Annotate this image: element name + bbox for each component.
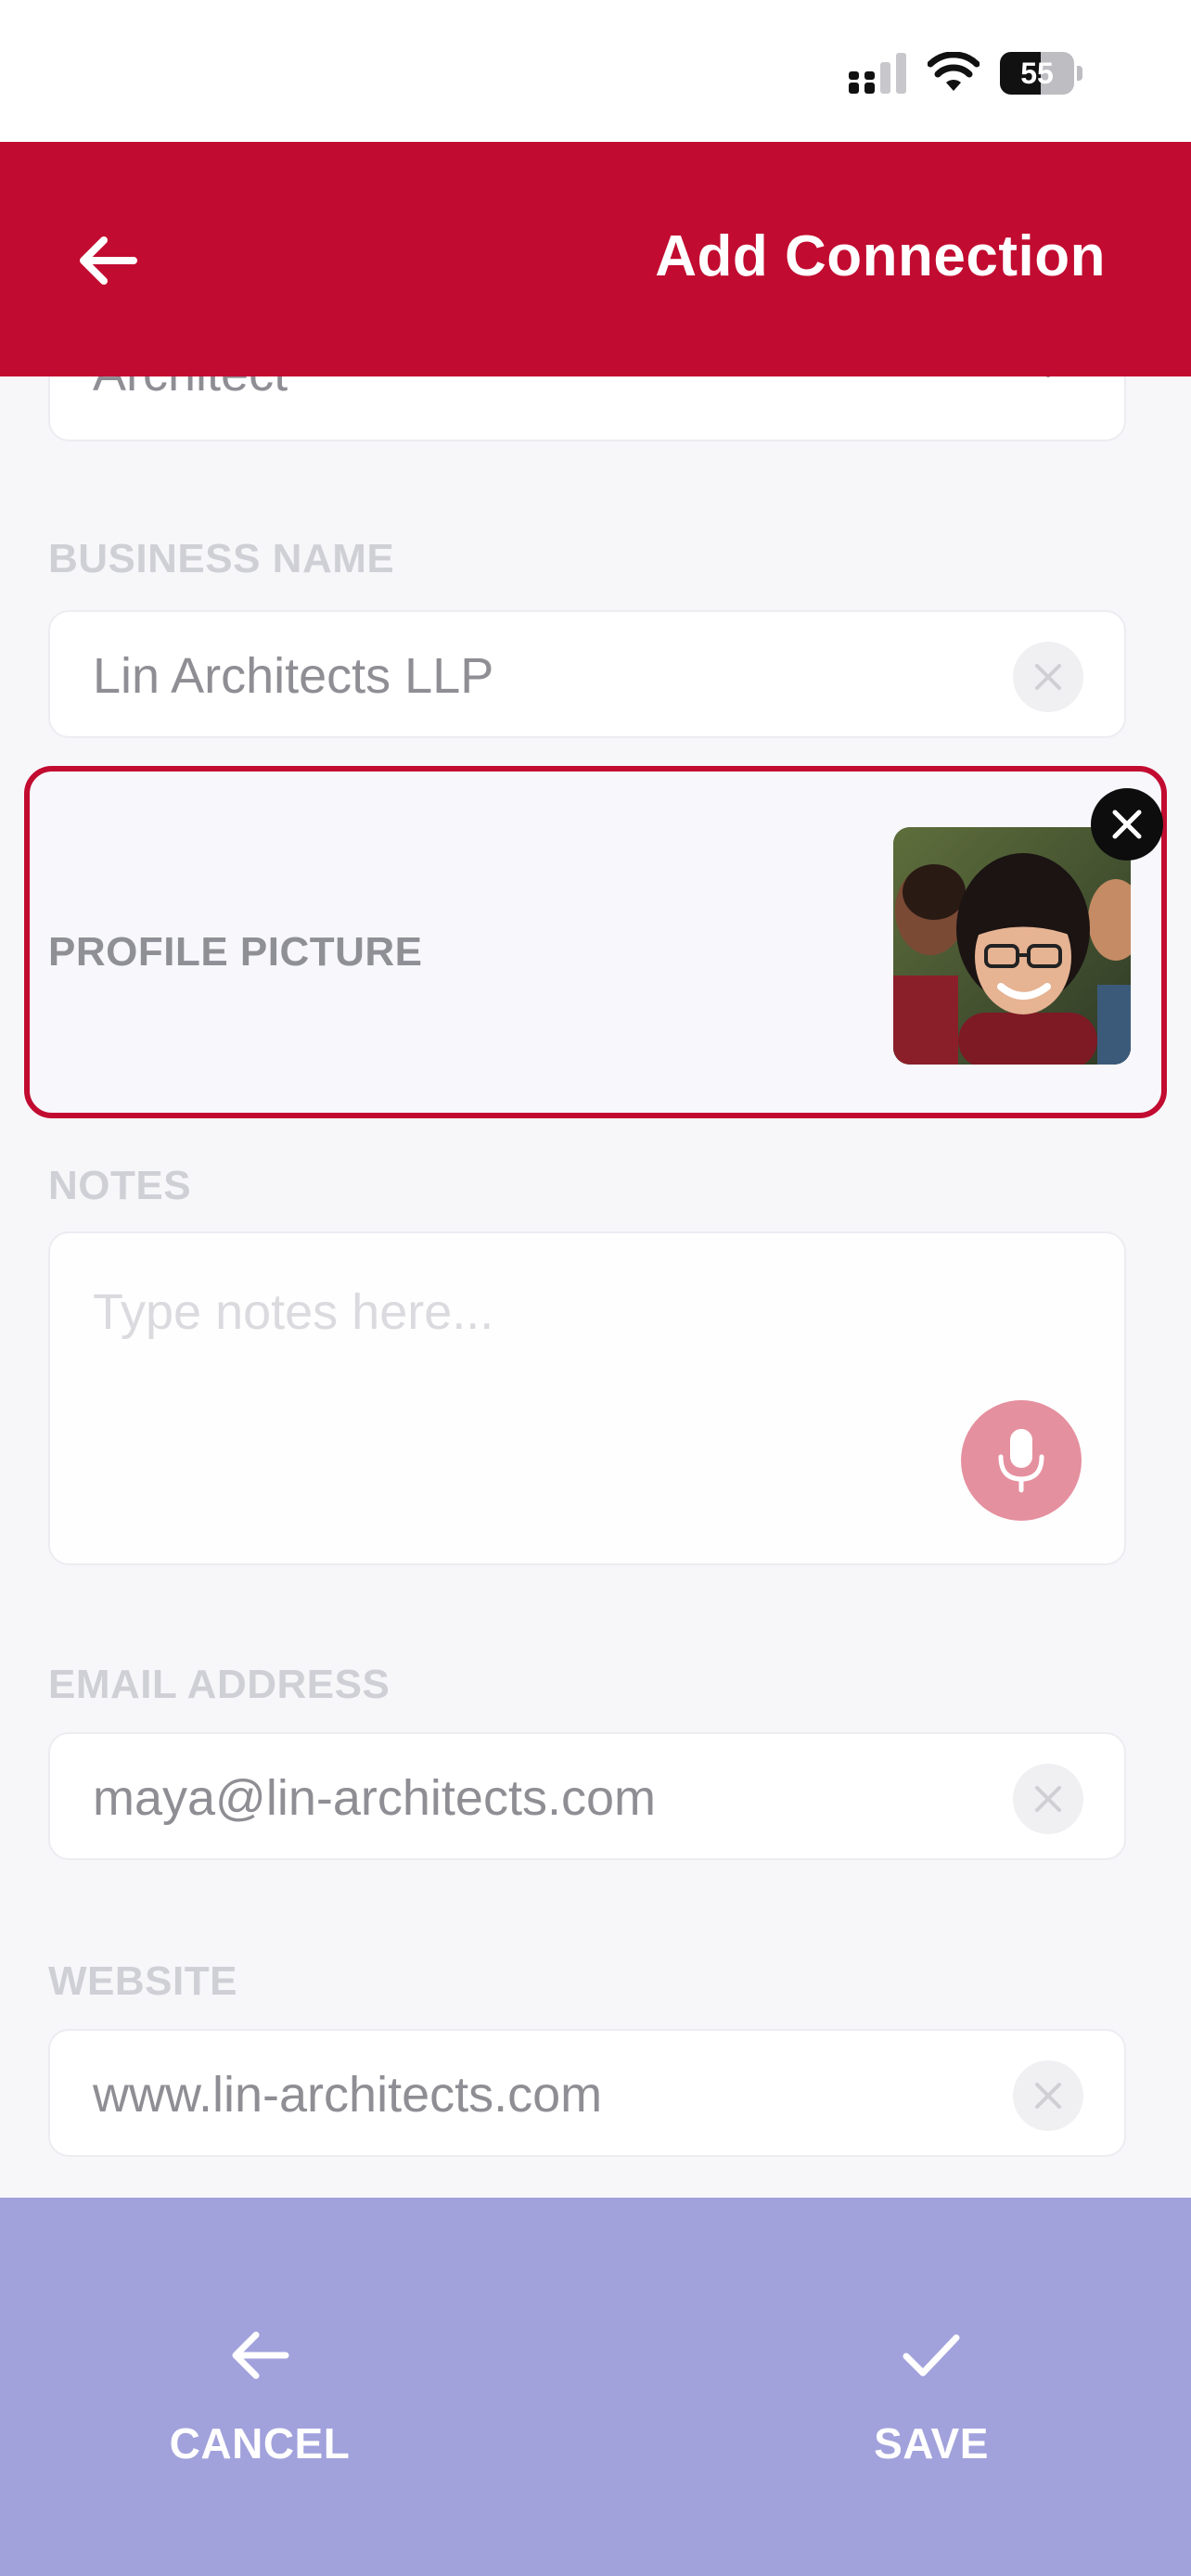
bottom-action-bar: CANCEL SAVE <box>0 2198 1191 2576</box>
email-value: maya@lin-architects.com <box>93 1770 656 1826</box>
profile-picture-thumbnail[interactable] <box>893 827 1131 1065</box>
close-icon <box>1035 1786 1061 1812</box>
microphone-icon <box>998 1429 1044 1493</box>
back-button[interactable] <box>65 225 148 296</box>
cancel-label: CANCEL <box>169 2419 351 2468</box>
clear-business-name-button[interactable] <box>1013 642 1083 712</box>
close-icon <box>1035 664 1061 690</box>
cellular-signal-icon <box>849 53 906 94</box>
checkmark-icon <box>903 2334 960 2377</box>
clear-website-button[interactable] <box>1013 2060 1083 2131</box>
business-name-field[interactable]: Lin Architects LLP <box>48 610 1126 738</box>
notes-textarea[interactable]: Type notes here... <box>48 1231 1126 1565</box>
close-icon <box>1112 810 1142 839</box>
arrow-left-icon <box>232 2331 289 2379</box>
app-header: Add Connection <box>0 142 1191 376</box>
profile-picture-label: PROFILE PICTURE <box>48 929 423 975</box>
email-field[interactable]: maya@lin-architects.com <box>48 1732 1126 1860</box>
website-value: www.lin-architects.com <box>93 2067 603 2123</box>
page-title: Add Connection <box>655 224 1106 288</box>
arrow-left-icon <box>80 236 137 285</box>
email-label: EMAIL ADDRESS <box>48 1662 391 1707</box>
notes-label: NOTES <box>48 1163 192 1208</box>
cancel-button[interactable]: CANCEL <box>148 2318 371 2485</box>
battery-level: 55 <box>1020 57 1054 90</box>
website-field[interactable]: www.lin-architects.com <box>48 2029 1126 2157</box>
business-name-label: BUSINESS NAME <box>48 536 395 581</box>
save-button[interactable]: SAVE <box>820 2318 1043 2485</box>
clear-email-button[interactable] <box>1013 1764 1083 1834</box>
wifi-icon <box>928 52 980 91</box>
profile-photo <box>893 827 1131 1065</box>
profile-picture-section[interactable]: PROFILE PICTURE <box>24 766 1167 1118</box>
status-bar: 55 <box>0 0 1191 142</box>
close-icon <box>1035 2083 1061 2109</box>
save-label: SAVE <box>874 2419 989 2468</box>
battery-icon: 55 <box>1000 52 1083 95</box>
remove-picture-button[interactable] <box>1091 788 1163 861</box>
notes-placeholder: Type notes here... <box>93 1284 494 1340</box>
voice-input-button[interactable] <box>961 1400 1082 1521</box>
business-name-value: Lin Architects LLP <box>93 648 494 704</box>
website-label: WEBSITE <box>48 1958 237 2004</box>
